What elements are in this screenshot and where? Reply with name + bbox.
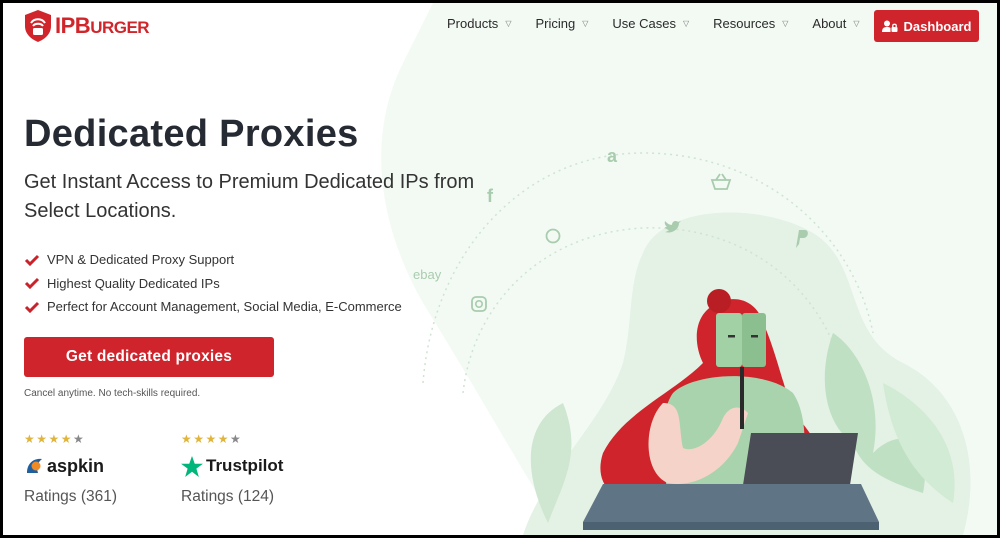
nav-item-products[interactable]: Products ▽ <box>447 16 511 31</box>
shield-logo-icon <box>25 10 51 42</box>
rating-count: Ratings (361) <box>24 488 118 505</box>
mask-left <box>716 313 742 367</box>
feature-item: VPN & Dedicated Proxy Support <box>24 248 402 272</box>
star-rating: ★★★★★ <box>24 432 86 446</box>
ebay-icon: ebay <box>413 267 442 282</box>
get-dedicated-proxies-button[interactable]: Get dedicated proxies <box>24 337 274 377</box>
nav-item-use-cases[interactable]: Use Cases ▽ <box>612 16 689 31</box>
basket-icon <box>710 173 732 190</box>
chevron-down-icon: ▽ <box>682 19 690 28</box>
chevron-down-icon: ▽ <box>582 19 589 28</box>
page-frame: a f ebay IPBURGER Products ▽ Pricing ▽ Use… <box>3 3 997 535</box>
main-nav: Products ▽ Pricing ▽ Use Cases ▽ Resources ▽… <box>447 16 884 31</box>
dashboard-label: Dashboard <box>903 18 972 34</box>
aspkin-logo[interactable]: aspkin <box>24 454 117 478</box>
aspkin-icon <box>27 458 42 473</box>
instagram-icon <box>471 296 487 312</box>
paypal-icon <box>796 230 808 248</box>
chevron-down-icon: ▽ <box>853 19 860 28</box>
desk <box>583 484 879 522</box>
desk-edge <box>583 522 879 530</box>
brand-name: IPBURGER <box>55 13 150 38</box>
page-title: Dedicated Proxies <box>24 113 359 155</box>
mask-eye-left <box>728 335 735 338</box>
feature-item: Highest Quality Dedicated IPs <box>24 272 402 296</box>
feature-list: VPN & Dedicated Proxy Support Highest Qu… <box>24 248 402 319</box>
star-rating: ★★★★★ <box>181 432 243 446</box>
rating-count: Ratings (124) <box>181 488 275 505</box>
feature-item: Perfect for Account Management, Social M… <box>24 295 402 319</box>
nav-item-about[interactable]: About ▽ <box>812 16 859 31</box>
rating-aspkin: ★★★★★ aspkin Ratings (361) <box>24 432 117 506</box>
trustpilot-star-icon <box>181 455 203 477</box>
rating-trustpilot: ★★★★★ Trustpilot Ratings (124) <box>181 432 283 506</box>
amazon-icon: a <box>607 146 618 166</box>
chevron-down-icon: ▽ <box>505 19 512 28</box>
cancel-note: Cancel anytime. No tech-skills required. <box>24 388 201 399</box>
whatsapp-icon <box>545 228 561 244</box>
mask-right <box>742 313 766 367</box>
nav-item-pricing[interactable]: Pricing ▽ <box>535 16 588 31</box>
hero-subtitle: Get Instant Access to Premium Dedicated … <box>24 171 475 222</box>
twitter-icon <box>664 221 681 233</box>
user-lock-icon <box>881 20 898 32</box>
trustpilot-logo[interactable]: Trustpilot <box>181 454 283 478</box>
mask-eye-right <box>751 335 758 338</box>
check-icon <box>24 301 40 313</box>
check-icon <box>24 278 40 290</box>
woman-hair-bun <box>707 289 731 313</box>
nav-item-resources[interactable]: Resources ▽ <box>713 16 788 31</box>
chevron-down-icon: ▽ <box>782 19 789 28</box>
check-icon <box>24 254 40 266</box>
mask-stick <box>740 367 744 429</box>
ipburger-logo[interactable]: IPBURGER <box>23 9 150 43</box>
dashboard-button[interactable]: Dashboard <box>874 10 979 42</box>
